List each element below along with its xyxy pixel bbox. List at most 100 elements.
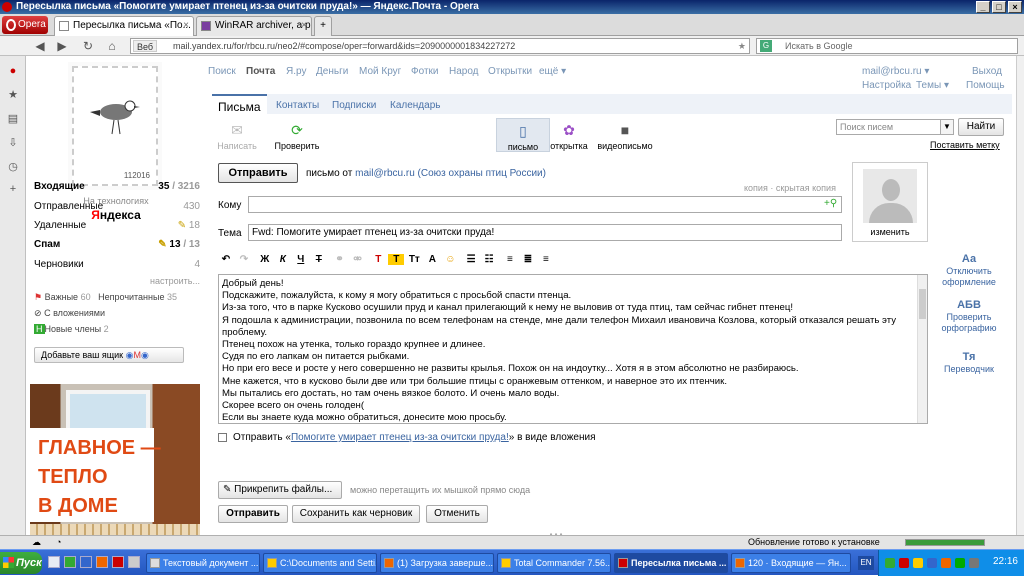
add-panel-icon[interactable]: + <box>6 182 20 196</box>
change-avatar-link[interactable]: изменить <box>853 227 927 237</box>
tab-subscriptions[interactable]: Подписки <box>332 96 376 116</box>
find-button[interactable]: Найти <box>958 118 1004 136</box>
attach-original-checkbox[interactable] <box>218 432 227 442</box>
from-value[interactable]: mail@rbcu.ru (Союз охраны птиц России) <box>355 168 546 179</box>
notes-icon[interactable]: ▤ <box>6 112 20 126</box>
back-icon[interactable]: ◀ <box>32 38 48 54</box>
tray-icon[interactable] <box>927 558 937 568</box>
italic-icon[interactable]: К <box>275 254 291 265</box>
mail-search-input[interactable]: Поиск писем <box>836 119 954 135</box>
bcc-link[interactable]: скрытая копия <box>776 183 836 193</box>
folder-spam[interactable]: Спам ✎ 13 / 13 <box>34 238 200 252</box>
bullet-list-icon[interactable]: ☰ <box>463 254 479 265</box>
disable-formatting-tool[interactable]: Аа Отключить оформление <box>934 254 1004 288</box>
quicklaunch-desktop-icon[interactable] <box>48 556 60 568</box>
search-dropdown-icon[interactable]: ▼ <box>940 119 954 135</box>
quicklaunch-opera-icon[interactable] <box>112 556 124 568</box>
tab-winrar[interactable]: WinRAR archiver, a pow...× <box>196 16 312 36</box>
tray-icon[interactable] <box>913 558 923 568</box>
tray-icon[interactable] <box>885 558 895 568</box>
close-tab-icon[interactable]: × <box>183 17 189 35</box>
maximize-button[interactable]: □ <box>992 1 1006 13</box>
speed-dial-icon[interactable]: ◔ <box>56 536 61 549</box>
quicklaunch-excel-icon[interactable] <box>64 556 76 568</box>
postcard-mode-button[interactable]: ✿ открытка <box>542 122 596 151</box>
reload-icon[interactable]: ↻ <box>80 38 96 54</box>
nav-search[interactable]: Поиск <box>208 66 236 77</box>
numbered-list-icon[interactable]: ☷ <box>481 254 497 265</box>
opera-icon[interactable]: ● <box>6 64 20 78</box>
filter-important[interactable]: ⚑ Важные 60 Непрочитанные 35 <box>34 292 177 303</box>
history-icon[interactable]: ◷ <box>6 160 20 174</box>
user-menu[interactable]: mail@rbcu.ru ▾ <box>862 66 929 77</box>
close-tab-icon[interactable]: × <box>301 17 307 35</box>
unlink-icon[interactable]: ⚮ <box>350 254 366 265</box>
configure-link[interactable]: настроить... <box>150 276 200 286</box>
minimize-button[interactable]: _ <box>976 1 990 13</box>
clear-format-icon[interactable]: A <box>424 254 440 265</box>
url-field[interactable]: Веб mail.yandex.ru/for/rbcu.ru/neo2/#com… <box>130 38 750 54</box>
nav-mail[interactable]: Почта <box>246 66 275 77</box>
language-indicator[interactable]: EN <box>858 556 874 570</box>
strikethrough-icon[interactable]: Т <box>311 254 327 265</box>
quicklaunch-firefox-icon[interactable] <box>96 556 108 568</box>
cancel-button[interactable]: Отменить <box>426 505 488 523</box>
body-scrollbar[interactable] <box>917 275 927 423</box>
highlight-icon[interactable]: T <box>388 254 405 265</box>
video-mode-button[interactable]: ■ видеописьмо <box>594 122 656 151</box>
filter-attachments[interactable]: ⊘ С вложениями <box>34 308 105 319</box>
page-scrollbar[interactable] <box>1016 56 1024 549</box>
quicklaunch-word-icon[interactable] <box>80 556 92 568</box>
folder-inbox[interactable]: Входящие 35 / 3216 <box>34 180 200 194</box>
redo-icon[interactable]: ↷ <box>236 254 252 265</box>
update-status[interactable]: Обновление готово к установке <box>748 536 880 549</box>
folder-drafts[interactable]: Черновики 4 <box>34 258 200 272</box>
folder-trash[interactable]: Удаленные ✎ 18 <box>34 219 200 233</box>
nav-more[interactable]: ещё ▾ <box>539 66 566 77</box>
nav-money[interactable]: Деньги <box>316 66 348 77</box>
bookmarks-icon[interactable]: ★ <box>6 88 20 102</box>
task-explorer[interactable]: C:\Documents and Setti... <box>263 553 377 573</box>
panel-toggle-icon[interactable]: ☁ <box>32 536 41 549</box>
settings-link[interactable]: Настройка <box>862 80 911 91</box>
save-draft-button[interactable]: Сохранить как черновик <box>292 505 420 523</box>
tab-contacts[interactable]: Контакты <box>276 96 319 116</box>
broom-icon[interactable]: ✎ <box>158 239 166 250</box>
tray-icon[interactable] <box>955 558 965 568</box>
sender-avatar[interactable]: изменить <box>852 162 928 242</box>
opera-menu-button[interactable]: Opera <box>2 16 48 34</box>
nav-moikrug[interactable]: Мой Круг <box>359 66 401 77</box>
check-button[interactable]: ⟳ Проверить <box>270 122 324 151</box>
translator-tool[interactable]: Тя Переводчик <box>934 352 1004 375</box>
tab-forward-mail[interactable]: Пересылка письма «По... × <box>54 16 194 36</box>
volume-icon[interactable] <box>969 558 979 568</box>
filter-new-members[interactable]: Н Новые члены 2 <box>34 324 109 334</box>
forward-icon[interactable]: ▶ <box>54 38 70 54</box>
send-button-top[interactable]: Отправить <box>218 163 298 183</box>
subject-input[interactable]: Fwd: Помогите умирает птенец из-за очитс… <box>248 224 842 241</box>
tray-icon[interactable] <box>941 558 951 568</box>
align-center-icon[interactable]: ≣ <box>520 254 536 265</box>
tab-calendar[interactable]: Календарь <box>390 96 440 116</box>
downloads-icon[interactable]: ⇩ <box>6 136 20 150</box>
close-window-button[interactable]: × <box>1008 1 1022 13</box>
logout-link[interactable]: Выход <box>972 66 1002 77</box>
start-button[interactable]: Пуск <box>0 552 42 574</box>
text-color-icon[interactable]: T <box>370 254 386 265</box>
folder-sent[interactable]: Отправленные 430 <box>34 200 200 214</box>
new-tab-button[interactable]: + <box>314 16 332 36</box>
bold-icon[interactable]: Ж <box>257 254 273 265</box>
message-body[interactable]: Добрый день! Подскажите, пожалуйста, к к… <box>218 274 928 424</box>
font-size-icon[interactable]: Тт <box>406 254 422 265</box>
help-link[interactable]: Помощь <box>966 80 1005 91</box>
task-firefox[interactable]: (1) Загрузка заверше... <box>380 553 494 573</box>
home-icon[interactable]: ⌂ <box>104 38 120 54</box>
align-left-icon[interactable]: ≡ <box>502 254 518 265</box>
task-total-commander[interactable]: Total Commander 7.56... <box>497 553 611 573</box>
cc-link[interactable]: копия · скрытая копия <box>744 183 836 193</box>
link-icon[interactable]: ⚭ <box>332 254 348 265</box>
add-mailbox-button[interactable]: Добавьте ваш ящик ◉M◉ <box>34 347 184 363</box>
attach-files-button[interactable]: ✎ Прикрепить файлы... <box>218 481 342 499</box>
task-notepad[interactable]: Текстовый документ ... <box>146 553 260 573</box>
themes-link[interactable]: Темы ▾ <box>916 80 949 91</box>
